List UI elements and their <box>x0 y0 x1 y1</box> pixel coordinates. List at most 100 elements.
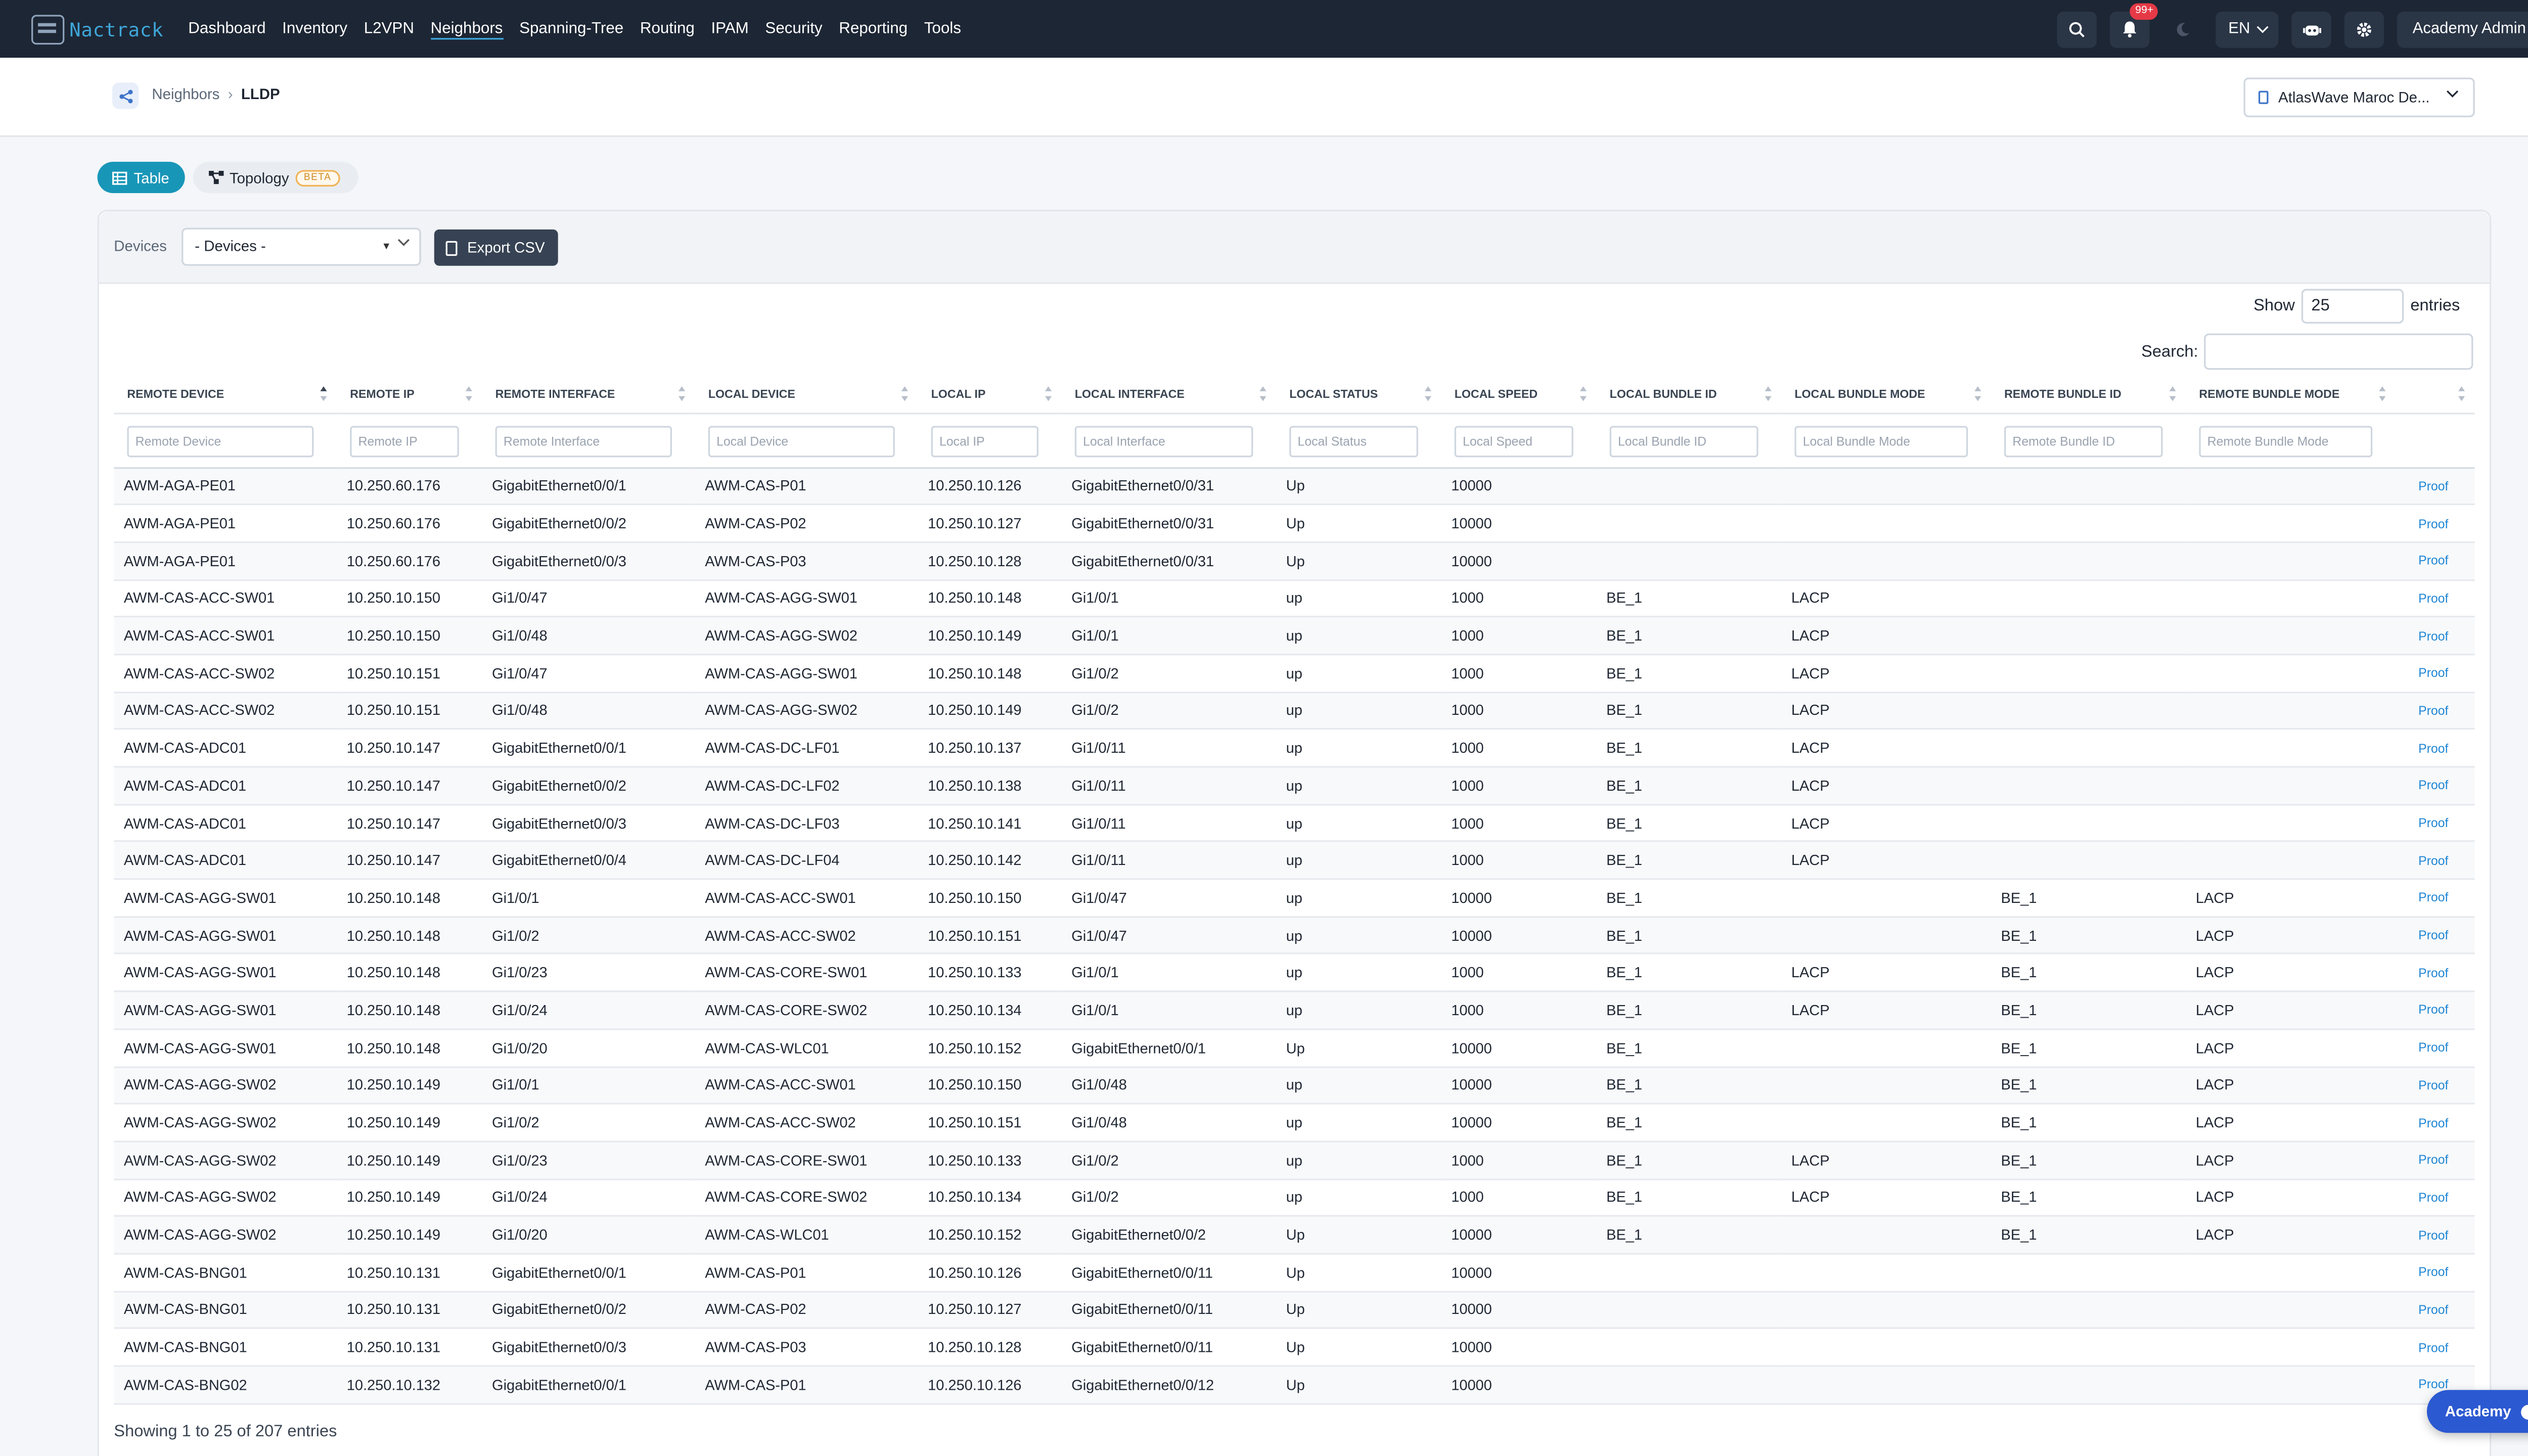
table-cell: BE_1 <box>1991 954 2186 992</box>
column-filter-input[interactable] <box>1289 425 1418 457</box>
search-button[interactable] <box>2057 11 2098 48</box>
export-csv-button[interactable]: Export CSV <box>434 229 558 266</box>
column-header-label: Remote IP <box>350 387 415 401</box>
table-cell: BE_1 <box>1991 1141 2186 1180</box>
nav-item-inventory[interactable]: Inventory <box>282 0 347 58</box>
language-select[interactable]: EN <box>2216 11 2279 48</box>
column-header[interactable]: Local Interface <box>1061 376 1277 414</box>
tab-topology[interactable]: Topology BETA <box>193 162 358 194</box>
table-cell: AWM-CAS-ACC-SW01 <box>114 579 337 618</box>
proof-link[interactable]: Proof <box>2395 766 2475 805</box>
nav-item-spanning-tree[interactable]: Spanning-Tree <box>519 0 623 58</box>
proof-link[interactable]: Proof <box>2395 617 2475 656</box>
proof-link[interactable]: Proof <box>2395 729 2475 768</box>
column-header[interactable]: Local Speed <box>1441 376 1597 414</box>
academy-button[interactable]: Academy 1/7 <box>2427 1390 2528 1433</box>
table-cell: AWM-CAS-BNG01 <box>114 1328 337 1367</box>
proof-link[interactable]: Proof <box>2395 1291 2475 1330</box>
column-filter-input[interactable] <box>127 425 314 457</box>
table-row: AWM-CAS-ADC01 10.250.10.147 GigabitEtherne… <box>114 804 2475 843</box>
proof-link[interactable]: Proof <box>2395 991 2475 1030</box>
proof-link[interactable]: Proof <box>2395 1216 2475 1255</box>
table-cell: Gi1/0/11 <box>1061 804 1277 843</box>
nav-item-reporting[interactable]: Reporting <box>839 0 908 58</box>
logo[interactable]: Nactrack <box>31 0 163 58</box>
proof-link[interactable]: Proof <box>2395 917 2475 955</box>
proof-link[interactable]: Proof <box>2395 879 2475 918</box>
proof-link[interactable]: Proof <box>2395 505 2475 543</box>
nav-item-tools[interactable]: Tools <box>924 0 961 58</box>
column-filter-input[interactable] <box>495 425 672 457</box>
proof-link[interactable]: Proof <box>2395 1328 2475 1367</box>
table-cell: 1000 <box>1441 841 1597 880</box>
proof-link[interactable]: Proof <box>2395 579 2475 618</box>
column-header[interactable] <box>2395 376 2475 414</box>
column-header[interactable]: Local Bundle Mode <box>1781 376 1991 414</box>
column-filter-input[interactable] <box>1794 425 1968 457</box>
column-header[interactable]: Local Bundle ID <box>1596 376 1782 414</box>
table-cell: 10.250.10.134 <box>918 991 1062 1030</box>
theme-toggle-button[interactable] <box>2163 11 2203 47</box>
column-filter-input[interactable] <box>2004 425 2163 457</box>
column-header[interactable]: Local IP <box>918 376 1062 414</box>
nav-item-routing[interactable]: Routing <box>640 0 695 58</box>
nav-item-l2vpn[interactable]: L2VPN <box>364 0 414 58</box>
search-icon <box>2069 21 2085 37</box>
proof-link[interactable]: Proof <box>2395 1178 2475 1217</box>
proof-link[interactable]: Proof <box>2395 1029 2475 1067</box>
tenant-select[interactable]: AtlasWave Maroc De... <box>2243 77 2475 117</box>
assistant-button[interactable] <box>2292 11 2332 48</box>
column-header[interactable]: Remote Bundle ID <box>1991 376 2186 414</box>
tab-topology-label: Topology <box>229 169 289 186</box>
table-cell: 1000 <box>1441 954 1597 992</box>
user-menu[interactable]: Academy Admin <box>2398 11 2528 48</box>
proof-link[interactable]: Proof <box>2395 954 2475 992</box>
settings-button[interactable] <box>2344 11 2385 48</box>
column-header[interactable]: Local Status <box>1276 376 1441 414</box>
search-input[interactable] <box>2204 333 2473 370</box>
filter-cell <box>1781 413 1991 468</box>
table-cell: up <box>1276 917 1441 955</box>
column-header[interactable]: Remote Device <box>114 376 337 414</box>
column-header[interactable]: Remote Interface <box>482 376 695 414</box>
proof-link[interactable]: Proof <box>2395 1253 2475 1292</box>
nav-item-dashboard[interactable]: Dashboard <box>188 0 265 58</box>
table-cell: up <box>1276 841 1441 880</box>
column-header[interactable]: Remote Bundle Mode <box>2186 376 2396 414</box>
column-filter-input[interactable] <box>1454 425 1573 457</box>
column-filter-input[interactable] <box>1609 425 1758 457</box>
proof-link[interactable]: Proof <box>2395 804 2475 843</box>
column-filter-input[interactable] <box>2199 425 2373 457</box>
breadcrumb-parent[interactable]: Neighbors <box>152 86 219 103</box>
proof-link[interactable]: Proof <box>2395 1141 2475 1180</box>
devices-select[interactable]: - Devices - ▼ <box>182 228 421 266</box>
nav-item-security[interactable]: Security <box>765 0 822 58</box>
notifications-button[interactable]: 99+ <box>2110 2 2158 48</box>
column-filter-input[interactable] <box>350 425 459 457</box>
table-cell: Gi1/0/48 <box>1061 1066 1277 1105</box>
proof-link[interactable]: Proof <box>2395 467 2475 506</box>
table-cell: AWM-CAS-CORE-SW01 <box>695 1141 918 1180</box>
nav-item-ipam[interactable]: IPAM <box>711 0 748 58</box>
table-cell: 10.250.10.126 <box>918 1366 1062 1404</box>
table-cell <box>1991 542 2186 580</box>
column-header-label: Local Speed <box>1454 387 1538 401</box>
proof-link[interactable]: Proof <box>2395 654 2475 693</box>
column-header[interactable]: Local Device <box>695 376 918 414</box>
moon-icon <box>2177 22 2190 35</box>
tab-table[interactable]: Table <box>97 162 185 194</box>
proof-link[interactable]: Proof <box>2395 1104 2475 1143</box>
proof-link[interactable]: Proof <box>2395 1066 2475 1105</box>
column-filter-input[interactable] <box>708 425 895 457</box>
column-filter-input[interactable] <box>1074 425 1253 457</box>
proof-link[interactable]: Proof <box>2395 692 2475 731</box>
table-cell: AWM-CAS-ADC01 <box>114 766 337 805</box>
column-header-label: Local IP <box>931 387 986 401</box>
proof-link[interactable]: Proof <box>2395 542 2475 580</box>
page-size-select[interactable]: 25 <box>2301 289 2404 324</box>
proof-link[interactable]: Proof <box>2395 841 2475 880</box>
column-filter-input[interactable] <box>931 425 1039 457</box>
column-header[interactable]: Remote IP <box>337 376 482 414</box>
nav-item-neighbors[interactable]: Neighbors <box>430 0 503 58</box>
table-row: AWM-CAS-AGG-SW01 10.250.10.148 Gi1/0/2 AWM-… <box>114 917 2475 955</box>
